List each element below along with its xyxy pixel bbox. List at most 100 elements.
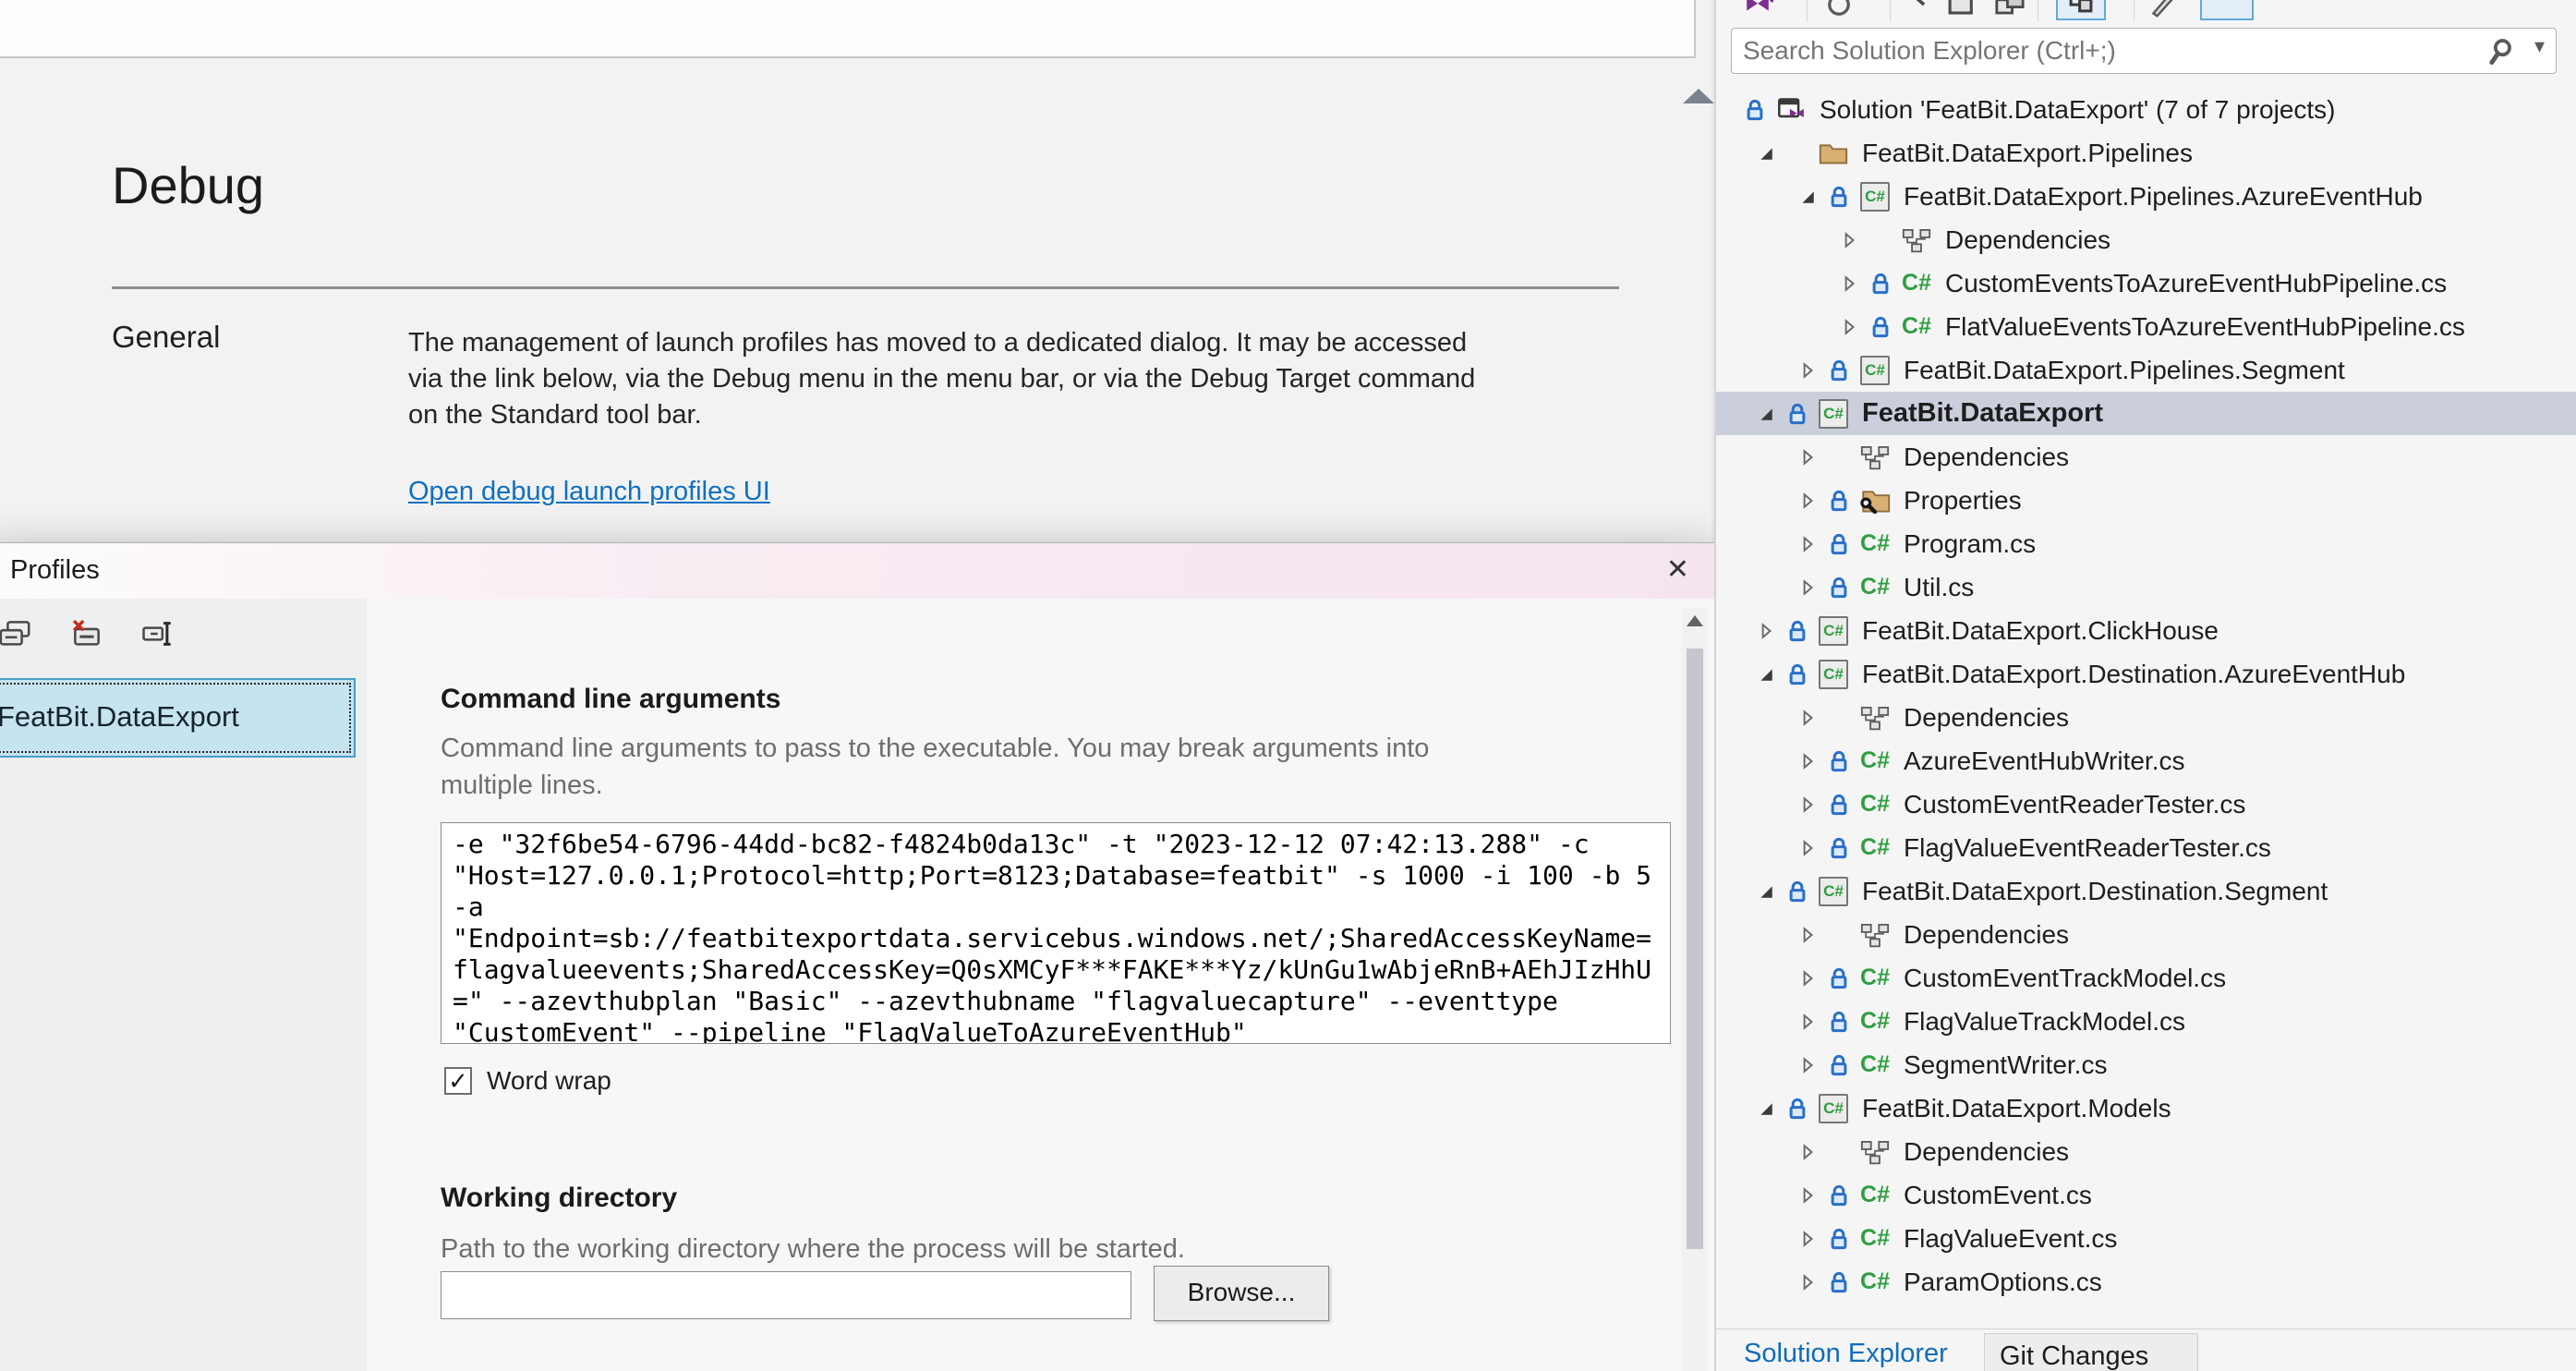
command-line-arguments-input[interactable]: -e "32f6be54-6796-44dd-bc82-f4824b0da13c… (441, 822, 1671, 1044)
search-box: ▾ (1731, 28, 2557, 74)
lock-icon (1828, 966, 1850, 990)
tree-item[interactable]: C#CustomEventsToAzureEventHubPipeline.cs (1716, 261, 2576, 305)
tree-item[interactable]: Dependencies (1716, 1130, 2576, 1173)
tree-item[interactable]: C#FeatBit.DataExport (1716, 392, 2576, 435)
collapsed-arrow-icon[interactable] (1798, 927, 1817, 943)
csfile-icon: C# (1859, 1182, 1891, 1208)
collapsed-arrow-icon[interactable] (1798, 970, 1817, 987)
tree-item-label: Util.cs (1904, 573, 1974, 602)
tree-item[interactable]: C#FlagValueTrackModel.cs (1716, 1000, 2576, 1043)
close-icon[interactable]: ✕ (1666, 543, 1689, 597)
tree-item-label: FlagValueEvent.cs (1904, 1224, 2117, 1254)
tree-item[interactable]: C#FeatBit.DataExport.Pipelines.Segment (1716, 348, 2576, 392)
collapsed-arrow-icon[interactable] (1757, 623, 1775, 639)
sync-with-active-doc-icon[interactable] (1993, 0, 2026, 22)
tree-item[interactable]: C#FeatBit.DataExport.Destination.Segment (1716, 869, 2576, 913)
open-debug-launch-profiles-link[interactable]: Open debug launch profiles UI (408, 477, 770, 507)
expanded-arrow-icon[interactable] (1757, 145, 1775, 162)
tree-item[interactable]: C#FlagValueEvent.cs (1716, 1217, 2576, 1260)
tree-item[interactable]: Properties (1716, 479, 2576, 522)
collapsed-arrow-icon[interactable] (1798, 492, 1817, 509)
tree-item-label: Solution 'FeatBit.DataExport' (7 of 7 pr… (1820, 95, 2336, 125)
tree-item[interactable]: C#SegmentWriter.cs (1716, 1043, 2576, 1086)
tree-item-label: CustomEventTrackModel.cs (1904, 964, 2226, 993)
working-directory-input[interactable] (441, 1271, 1131, 1319)
profile-list-item[interactable]: FeatBit.DataExport (0, 678, 356, 758)
tab-git-changes[interactable]: Git Changes (1984, 1333, 2198, 1371)
lock-icon (1828, 1227, 1850, 1251)
tree-item-label: FeatBit.DataExport.ClickHouse (1862, 616, 2219, 646)
tree-item[interactable]: C#FeatBit.DataExport.Models (1716, 1086, 2576, 1130)
tree-item[interactable]: Dependencies (1716, 218, 2576, 261)
tree-item[interactable]: C#CustomEventTrackModel.cs (1716, 956, 2576, 1000)
collapsed-arrow-icon[interactable] (1798, 840, 1817, 856)
collapsed-arrow-icon[interactable] (1798, 753, 1817, 770)
collapsed-arrow-icon[interactable] (1798, 1013, 1817, 1030)
lock-icon (1786, 880, 1808, 904)
csproj-icon: C# (1818, 616, 1849, 646)
pencil-icon[interactable] (2148, 0, 2176, 22)
collapse-chevron-icon[interactable] (1908, 0, 1932, 22)
collapsed-arrow-icon[interactable] (1798, 1187, 1817, 1204)
word-wrap-checkbox[interactable]: ✓ (444, 1067, 472, 1095)
refresh-icon[interactable] (1825, 0, 1853, 22)
expanded-arrow-icon[interactable] (1757, 406, 1775, 422)
expanded-arrow-icon[interactable] (1757, 883, 1775, 900)
lock-icon (1828, 836, 1850, 860)
tree-item[interactable]: C#FlagValueEventReaderTester.cs (1716, 826, 2576, 869)
collapsed-arrow-icon[interactable] (1798, 579, 1817, 596)
copy-doc-icon[interactable] (1945, 0, 1978, 22)
tree-item[interactable]: Dependencies (1716, 696, 2576, 739)
collapsed-arrow-icon[interactable] (1798, 1231, 1817, 1247)
toolbar-separator (1890, 0, 1891, 22)
tree-item[interactable]: C#Util.cs (1716, 565, 2576, 609)
collapsed-arrow-icon[interactable] (1798, 796, 1817, 813)
tree-item[interactable]: C#Program.cs (1716, 522, 2576, 565)
collapsed-arrow-icon[interactable] (1798, 1274, 1817, 1291)
solution-icon (1775, 97, 1807, 123)
scrollbar-thumb[interactable] (1687, 649, 1703, 1249)
search-icon[interactable] (2487, 37, 2515, 71)
collapsed-arrow-icon[interactable] (1798, 449, 1817, 466)
dialog-scrollbar[interactable] (1682, 608, 1708, 1371)
tab-solution-explorer[interactable]: Solution Explorer (1744, 1339, 1948, 1369)
duplicate-profile-icon[interactable] (0, 617, 34, 650)
collapsed-arrow-icon[interactable] (1798, 1144, 1817, 1160)
collapsed-arrow-icon[interactable] (1840, 319, 1858, 335)
collapsed-arrow-icon[interactable] (1798, 1057, 1817, 1074)
tree-item[interactable]: C# FeatBit.DataExport.ClickHouse (1716, 609, 2576, 652)
collapsed-arrow-icon[interactable] (1798, 710, 1817, 726)
search-options-chevron-icon[interactable]: ▾ (2534, 34, 2545, 58)
expanded-arrow-icon[interactable] (1757, 666, 1775, 683)
tree-item[interactable]: Dependencies (1716, 435, 2576, 479)
tree-item[interactable]: Solution 'FeatBit.DataExport' (7 of 7 pr… (1716, 88, 2576, 131)
scroll-up-arrow-icon[interactable] (1683, 89, 1714, 103)
tree-item-label: FeatBit.DataExport.Destination.Segment (1862, 877, 2328, 906)
working-directory-description: Path to the working directory where the … (441, 1231, 1185, 1268)
expanded-arrow-icon[interactable] (1798, 188, 1817, 205)
tree-item[interactable]: Dependencies (1716, 913, 2576, 956)
dialog-titlebar[interactable]: Profiles ✕ (0, 543, 1715, 599)
expanded-arrow-icon[interactable] (1757, 1100, 1775, 1117)
tree-item[interactable]: C#FeatBit.DataExport.Pipelines.AzureEven… (1716, 175, 2576, 218)
collapsed-arrow-icon[interactable] (1798, 362, 1817, 379)
collapsed-arrow-icon[interactable] (1840, 275, 1858, 292)
collapsed-arrow-icon[interactable] (1840, 232, 1858, 249)
rename-profile-icon[interactable] (141, 617, 178, 650)
delete-profile-icon[interactable] (69, 617, 106, 650)
tree-item[interactable]: C#CustomEventReaderTester.cs (1716, 783, 2576, 826)
preview-selected-items-icon[interactable] (2200, 0, 2254, 20)
collapsed-arrow-icon[interactable] (1798, 536, 1817, 552)
tree-item[interactable]: C#ParamOptions.cs (1716, 1260, 2576, 1304)
browse-button[interactable]: Browse... (1154, 1266, 1329, 1321)
search-input[interactable] (1743, 29, 2454, 73)
vs-home-icon[interactable] (1742, 0, 1773, 22)
show-all-files-icon[interactable] (2056, 0, 2106, 20)
tree-item[interactable]: FeatBit.DataExport.Pipelines (1716, 131, 2576, 175)
lock-icon (1828, 358, 1850, 382)
tree-item[interactable]: C#FlatValueEventsToAzureEventHubPipeline… (1716, 305, 2576, 348)
tree-item[interactable]: C#FeatBit.DataExport.Destination.AzureEv… (1716, 652, 2576, 696)
scrollbar-up-arrow-icon[interactable] (1687, 615, 1703, 626)
tree-item[interactable]: C#AzureEventHubWriter.cs (1716, 739, 2576, 783)
tree-item[interactable]: C#CustomEvent.cs (1716, 1173, 2576, 1217)
